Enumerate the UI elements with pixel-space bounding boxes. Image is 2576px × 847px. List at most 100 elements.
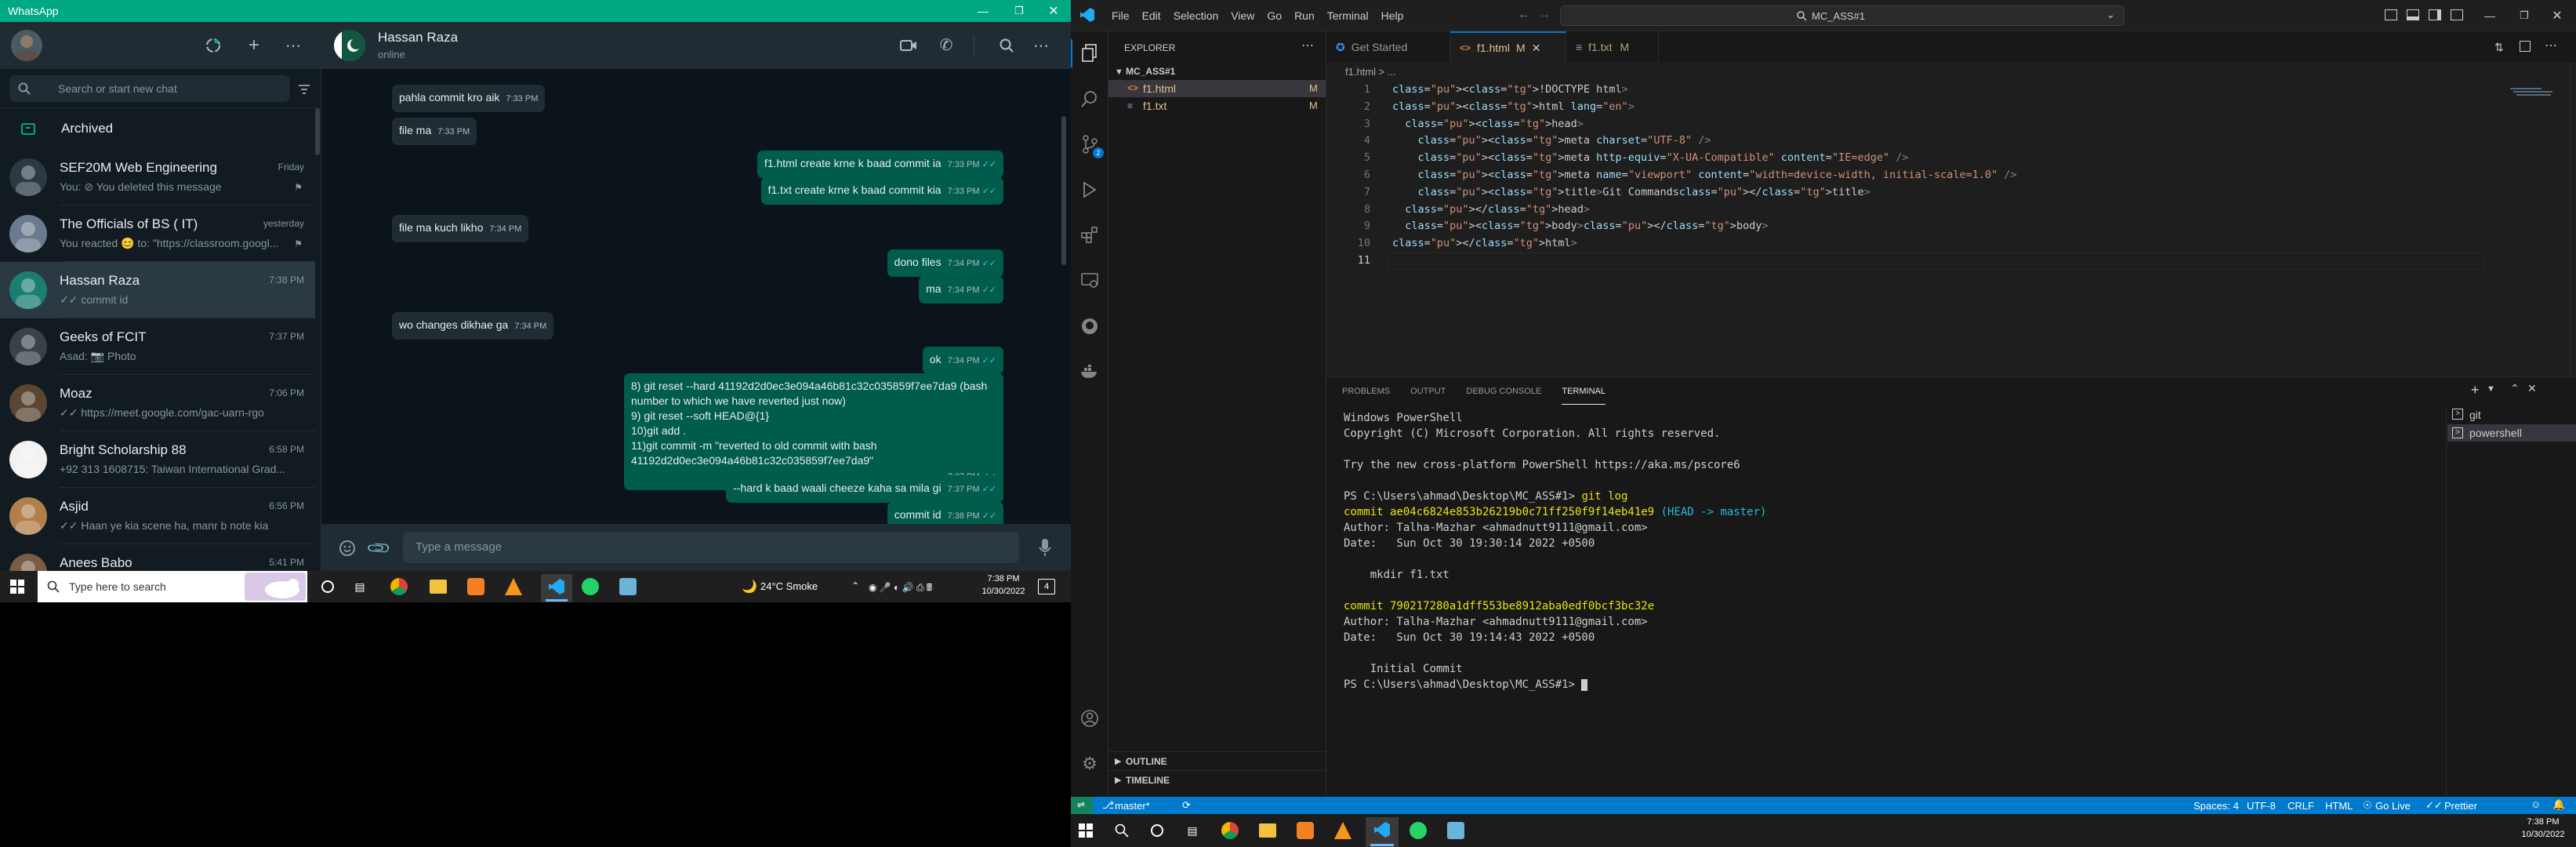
taskbar-search-input[interactable]: Type here to search [69, 580, 166, 593]
sublime-icon[interactable] [1297, 822, 1314, 839]
menu-icon[interactable]: ⋯ [282, 35, 304, 56]
chat-list-item[interactable]: Bright Scholarship 88 6:58 PM +92 313 1608… [0, 431, 315, 488]
outgoing-message[interactable]: f1.txt create krne k baad commit kia 7:33… [760, 177, 1003, 205]
notifications-bell-icon[interactable]: 🔔 [2552, 798, 2565, 811]
split-editor-icon[interactable] [2520, 41, 2531, 52]
toggle-sidebar-icon[interactable] [2385, 9, 2397, 20]
breadcrumb[interactable]: f1.html > ... [1345, 66, 1396, 78]
folder-chevron-icon[interactable]: ▼ [1115, 67, 1123, 77]
extensions-icon[interactable] [1080, 226, 1099, 245]
remote-indicator[interactable]: ⇌ [1071, 797, 1093, 814]
my-avatar[interactable] [11, 30, 42, 61]
file-explorer-icon[interactable] [430, 580, 447, 594]
tray-chevron-icon[interactable]: ⌃ [851, 580, 859, 591]
panel-tab-debug-console[interactable]: DEBUG CONSOLE [1466, 379, 1541, 404]
outgoing-message[interactable]: ok 7:34 PM ✓✓ [922, 347, 1003, 374]
close-panel-icon[interactable]: ✕ [2527, 382, 2537, 395]
branch-name[interactable]: master* [1115, 800, 1150, 812]
menu-item-edit[interactable]: Edit [1136, 9, 1167, 22]
sync-icon[interactable]: ⟳ [1182, 799, 1191, 812]
menu-item-go[interactable]: Go [1261, 9, 1288, 22]
panel-tab-terminal[interactable]: TERMINAL [1562, 379, 1605, 405]
menu-item-file[interactable]: File [1105, 9, 1136, 22]
windows-start-icon[interactable] [1079, 823, 1093, 838]
docker-icon[interactable] [1080, 362, 1099, 381]
minimize-icon[interactable]: — [967, 0, 999, 22]
filter-icon[interactable] [296, 82, 312, 97]
new-terminal-icon[interactable]: + [2471, 382, 2480, 398]
vs-minimize-icon[interactable]: — [2474, 5, 2505, 27]
back-icon[interactable]: ← [1518, 8, 1530, 22]
manage-gear-icon[interactable]: ⚙ [1080, 754, 1099, 773]
explorer-more-icon[interactable]: ⋯ [1301, 38, 1314, 53]
cortana-icon[interactable] [1151, 824, 1163, 837]
clock-time[interactable]: 7:38 PM [980, 574, 1027, 583]
outgoing-message[interactable]: 8) git reset --hard 41192d2d0ec3e094a46b… [624, 373, 1003, 490]
outline-section[interactable]: ▶ OUTLINE [1108, 751, 1326, 770]
language-mode[interactable]: HTML [2325, 800, 2353, 812]
tray-icons[interactable]: ◉ 🎤 ◐ 🔊 ⎙ 🖩 [869, 580, 932, 597]
tab-get-started[interactable]: ✪ Get Started [1326, 31, 1450, 63]
terminal-list-item[interactable]: > powershell [2447, 424, 2576, 442]
incoming-message[interactable]: pahla commit kro aik 7:33 PM [392, 85, 546, 112]
clock-date[interactable]: 10/30/2022 [2520, 830, 2567, 839]
encoding[interactable]: UTF-8 [2247, 800, 2276, 812]
file-item-f1-html[interactable]: <> f1.html M [1108, 80, 1326, 97]
contact-avatar[interactable] [334, 30, 365, 61]
end-of-line[interactable]: CRLF [2288, 800, 2314, 812]
video-call-icon[interactable] [898, 36, 919, 55]
chat-list-item[interactable]: Hassan Raza 7:38 PM ✓✓ commit id [0, 262, 315, 318]
taskbar-vscode-active[interactable] [541, 574, 572, 602]
chat-list-item[interactable]: SEF20M Web Engineering Friday You: ⊘ You d… [0, 149, 315, 205]
timeline-section[interactable]: ▶ TIMELINE [1108, 770, 1326, 789]
windows-start-icon[interactable] [9, 579, 25, 594]
cortana-icon[interactable] [321, 580, 334, 593]
message-input-box[interactable]: Type a message [403, 532, 1019, 563]
github-icon[interactable] [1080, 317, 1099, 336]
notepad-icon[interactable] [619, 578, 637, 595]
vs-close-icon[interactable]: ✕ [2542, 5, 2573, 27]
voice-call-icon[interactable]: ✆ [936, 35, 956, 55]
clock-date[interactable]: 10/30/2022 [980, 587, 1027, 596]
chrome-icon[interactable] [390, 578, 408, 595]
archived-row[interactable]: Archived [0, 108, 315, 149]
customize-layout-icon[interactable] [2451, 9, 2463, 20]
explorer-icon[interactable] [1080, 44, 1099, 63]
vs-restore-icon[interactable]: ❐ [2509, 5, 2540, 27]
accounts-icon[interactable] [1080, 709, 1099, 728]
contact-name[interactable]: Hassan Raza [378, 30, 458, 45]
search-box[interactable]: Search or start new chat [9, 75, 290, 102]
command-center[interactable]: MC_ASS#1 ⌄ [1560, 5, 2124, 26]
chat-list-item[interactable]: The Officials of BS ( IT) yesterday You re… [0, 205, 315, 262]
menu-item-view[interactable]: View [1225, 9, 1261, 22]
maximize-panel-icon[interactable]: ⌃ [2510, 382, 2520, 395]
message-scrollbar[interactable] [1061, 116, 1066, 265]
notepad-icon[interactable] [1447, 822, 1464, 839]
notification-icon[interactable]: 4 [1038, 579, 1055, 594]
terminal-list-item[interactable]: > git [2447, 407, 2576, 424]
taskbar-search-box[interactable]: Type here to search [38, 571, 307, 602]
vlc-icon[interactable] [505, 578, 522, 595]
chat-list-item[interactable]: Geeks of FCIT 7:37 PM Asad: 📷 Photo [0, 318, 315, 375]
message-input[interactable]: Type a message [415, 540, 502, 554]
taskbar-search-icon[interactable] [1115, 823, 1129, 838]
terminal-output[interactable]: Windows PowerShell Copyright (C) Microsof… [1326, 412, 2447, 788]
menu-item-help[interactable]: Help [1375, 9, 1410, 22]
file-item-f1-txt[interactable]: ≡ f1.txt M [1108, 97, 1326, 115]
search-messages-icon[interactable] [997, 36, 1016, 55]
panel-tab-problems[interactable]: PROBLEMS [1342, 379, 1390, 404]
restore-icon[interactable]: ❐ [1003, 0, 1035, 22]
command-center-dropdown-icon[interactable]: ⌄ [2106, 9, 2115, 21]
outgoing-message[interactable]: --hard k baad waali cheeze kaha sa mila … [726, 475, 1003, 503]
editor-more-icon[interactable]: ⋯ [2545, 38, 2557, 53]
search-input[interactable]: Search or start new chat [58, 82, 177, 95]
terminal-dropdown-icon[interactable]: ▼ [2487, 384, 2495, 394]
incoming-message[interactable]: file ma 7:33 PM [392, 118, 477, 145]
toggle-secondary-sidebar-icon[interactable] [2429, 9, 2441, 20]
new-chat-icon[interactable]: + [243, 35, 265, 56]
chat-list-scrollbar[interactable] [315, 108, 320, 155]
menu-item-selection[interactable]: Selection [1167, 9, 1225, 22]
whatsapp-taskbar-icon[interactable] [582, 578, 599, 595]
chrome-icon[interactable] [1221, 822, 1239, 839]
clock-time[interactable]: 7:38 PM [2520, 817, 2567, 827]
